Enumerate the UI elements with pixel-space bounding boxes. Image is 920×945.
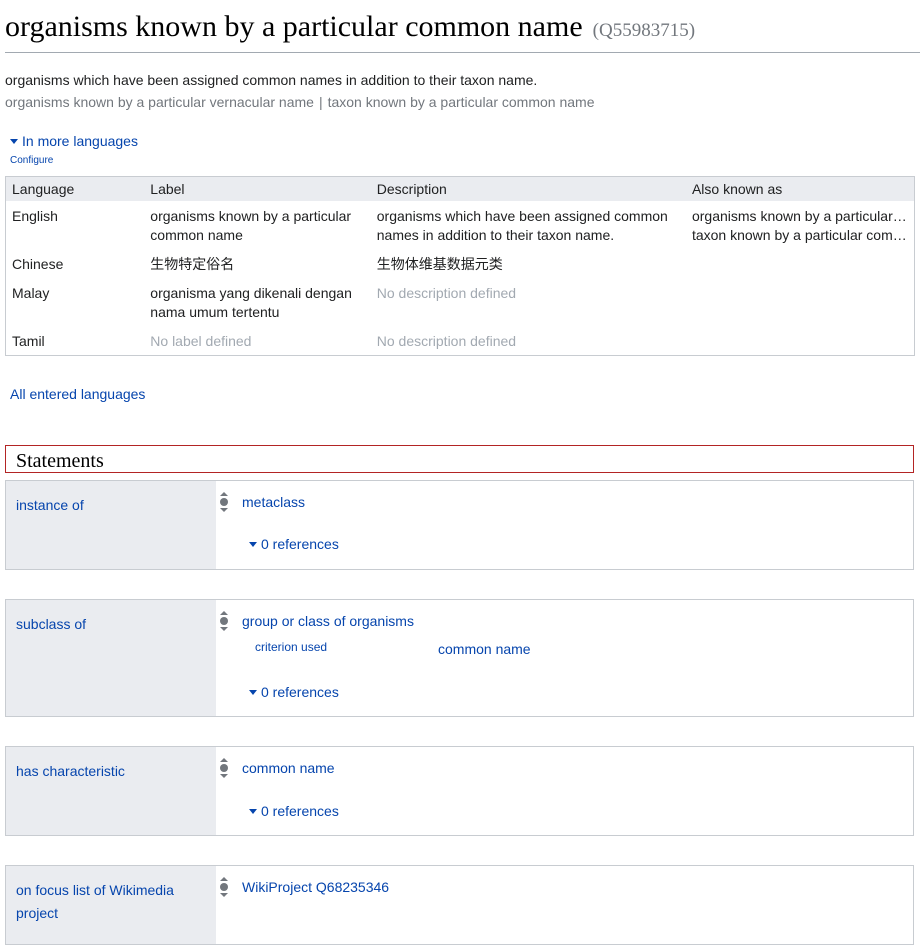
rank-down-icon	[220, 508, 228, 512]
column-header: Language	[5, 176, 145, 201]
configure-link[interactable]: Configure	[10, 155, 53, 166]
page-title: organisms known by a particular common n…	[5, 10, 695, 44]
rank-up-icon	[220, 492, 228, 496]
property-cell: has characteristic	[6, 747, 216, 835]
rank-selector[interactable]	[218, 757, 230, 779]
property-link[interactable]: instance of	[16, 494, 206, 517]
references-toggle[interactable]: 0 references	[249, 803, 339, 819]
language-label: organisms known by a particular common n…	[150, 208, 352, 243]
language-name: Malay	[12, 285, 50, 301]
language-row: Chinese 生物特定俗名 生物体维基数据元类	[6, 249, 915, 278]
chevron-down-icon	[249, 689, 257, 695]
language-aliases	[686, 278, 915, 326]
chevron-down-icon	[249, 808, 257, 814]
language-table-header: Language Label Description Also known as	[5, 176, 915, 201]
rank-down-icon	[220, 774, 228, 778]
language-label: organisma yang dikenali dengan nama umum…	[150, 285, 352, 320]
references-label: 0 references	[261, 536, 339, 552]
language-name: English	[12, 208, 58, 224]
qualifier-value[interactable]: common name	[438, 641, 531, 657]
rank-selector[interactable]	[218, 610, 230, 632]
statement-group: subclass of group or class of organisms …	[5, 599, 914, 717]
rank-down-icon	[220, 893, 228, 897]
rank-normal-icon	[220, 498, 228, 506]
language-name: Tamil	[12, 333, 45, 349]
statement-value[interactable]: group or class of organisms	[242, 613, 414, 629]
chevron-down-icon	[10, 138, 18, 144]
alias: taxon known by a particular common name	[327, 94, 595, 110]
rank-up-icon	[220, 758, 228, 762]
language-aliases	[686, 326, 915, 356]
language-description: No description defined	[376, 333, 517, 349]
statement-group: instance of metaclass 0 references	[5, 480, 914, 570]
alias: organisms known by a particular vernacul…	[5, 94, 314, 110]
item-label: organisms known by a particular common n…	[5, 10, 583, 43]
language-label: 生物特定俗名	[150, 256, 235, 272]
language-row: Tamil No label defined No description de…	[6, 326, 915, 356]
alias: taxon known by a particular common name	[691, 227, 908, 243]
item-id: (Q55983715)	[592, 20, 696, 41]
property-cell: on focus list of Wikimedia project	[6, 866, 216, 944]
language-row: English organisms known by a particular …	[6, 201, 915, 249]
statement-group: on focus list of Wikimedia project WikiP…	[5, 865, 914, 945]
property-cell: subclass of	[6, 600, 216, 716]
rank-normal-icon	[220, 617, 228, 625]
more-languages-toggle[interactable]: In more languages	[10, 133, 138, 149]
statements-heading: Statements	[5, 445, 914, 473]
property-link[interactable]: on focus list of Wikimedia project	[16, 879, 206, 925]
language-name: Chinese	[12, 256, 64, 272]
rank-normal-icon	[220, 764, 228, 772]
chevron-down-icon	[249, 541, 257, 547]
language-description: No description defined	[376, 285, 517, 301]
language-row: Malay organisma yang dikenali dengan nam…	[6, 278, 915, 326]
language-aliases	[686, 249, 915, 278]
all-languages-link[interactable]: All entered languages	[10, 386, 145, 402]
property-cell: instance of	[6, 481, 216, 569]
rank-selector[interactable]	[218, 876, 230, 898]
alias: organisms known by a particular vernacul…	[691, 208, 908, 224]
references-toggle[interactable]: 0 references	[249, 684, 339, 700]
statement-value[interactable]: common name	[242, 760, 335, 776]
qualifier-property[interactable]: criterion used	[255, 640, 327, 654]
language-label: No label defined	[150, 333, 252, 349]
language-description: organisms which have been assigned commo…	[376, 208, 668, 243]
rank-selector[interactable]	[218, 491, 230, 513]
rank-up-icon	[220, 877, 228, 881]
language-description: 生物体维基数据元类	[376, 256, 503, 272]
statement-value[interactable]: metaclass	[242, 494, 305, 510]
item-description: organisms which have been assigned commo…	[5, 72, 538, 88]
language-table: Language Label Description Also known as…	[5, 176, 915, 356]
references-label: 0 references	[261, 684, 339, 700]
statement-value[interactable]: WikiProject Q68235346	[242, 879, 389, 895]
more-languages-label: In more languages	[22, 133, 138, 149]
column-header: Also known as	[685, 176, 915, 201]
language-aliases: organisms known by a particular vernacul…	[686, 201, 915, 249]
column-header: Description	[370, 176, 686, 201]
references-toggle[interactable]: 0 references	[249, 536, 339, 552]
property-link[interactable]: subclass of	[16, 613, 206, 636]
item-aliases: organisms known by a particular vernacul…	[5, 94, 595, 110]
property-link[interactable]: has characteristic	[16, 760, 206, 783]
column-header: Label	[144, 176, 371, 201]
statement-group: has characteristic common name 0 referen…	[5, 746, 914, 836]
rank-down-icon	[220, 627, 228, 631]
rank-normal-icon	[220, 883, 228, 891]
alias-separator: |	[318, 94, 323, 110]
title-divider	[5, 52, 920, 53]
references-label: 0 references	[261, 803, 339, 819]
rank-up-icon	[220, 611, 228, 615]
